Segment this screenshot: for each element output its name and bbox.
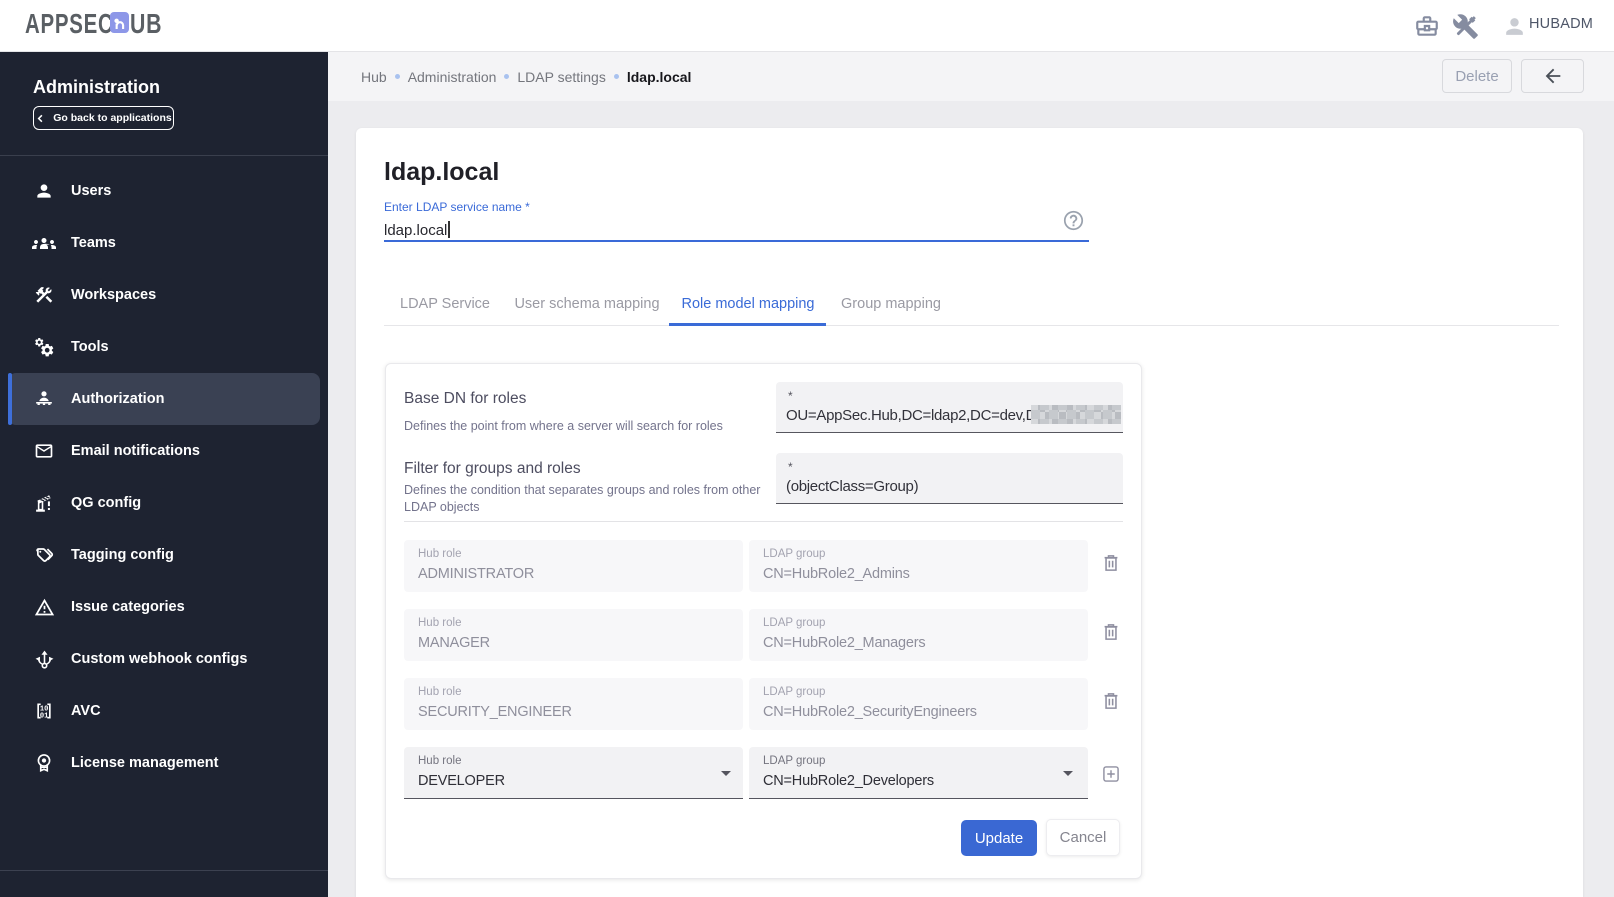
svg-text:01: 01 bbox=[40, 712, 49, 720]
